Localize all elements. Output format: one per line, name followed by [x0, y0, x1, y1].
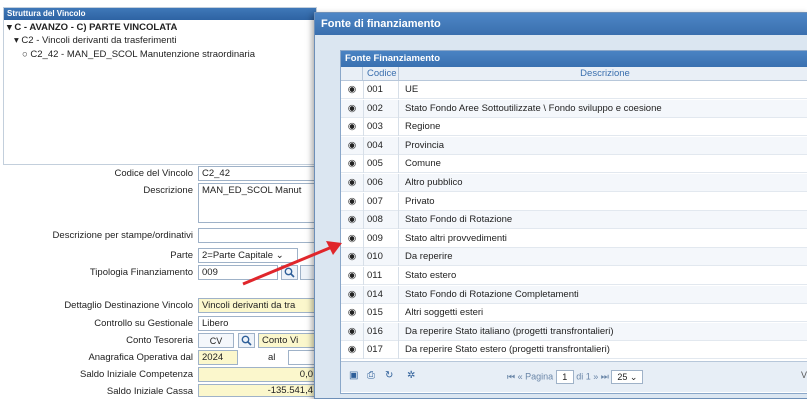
annotation-arrow	[242, 241, 342, 286]
